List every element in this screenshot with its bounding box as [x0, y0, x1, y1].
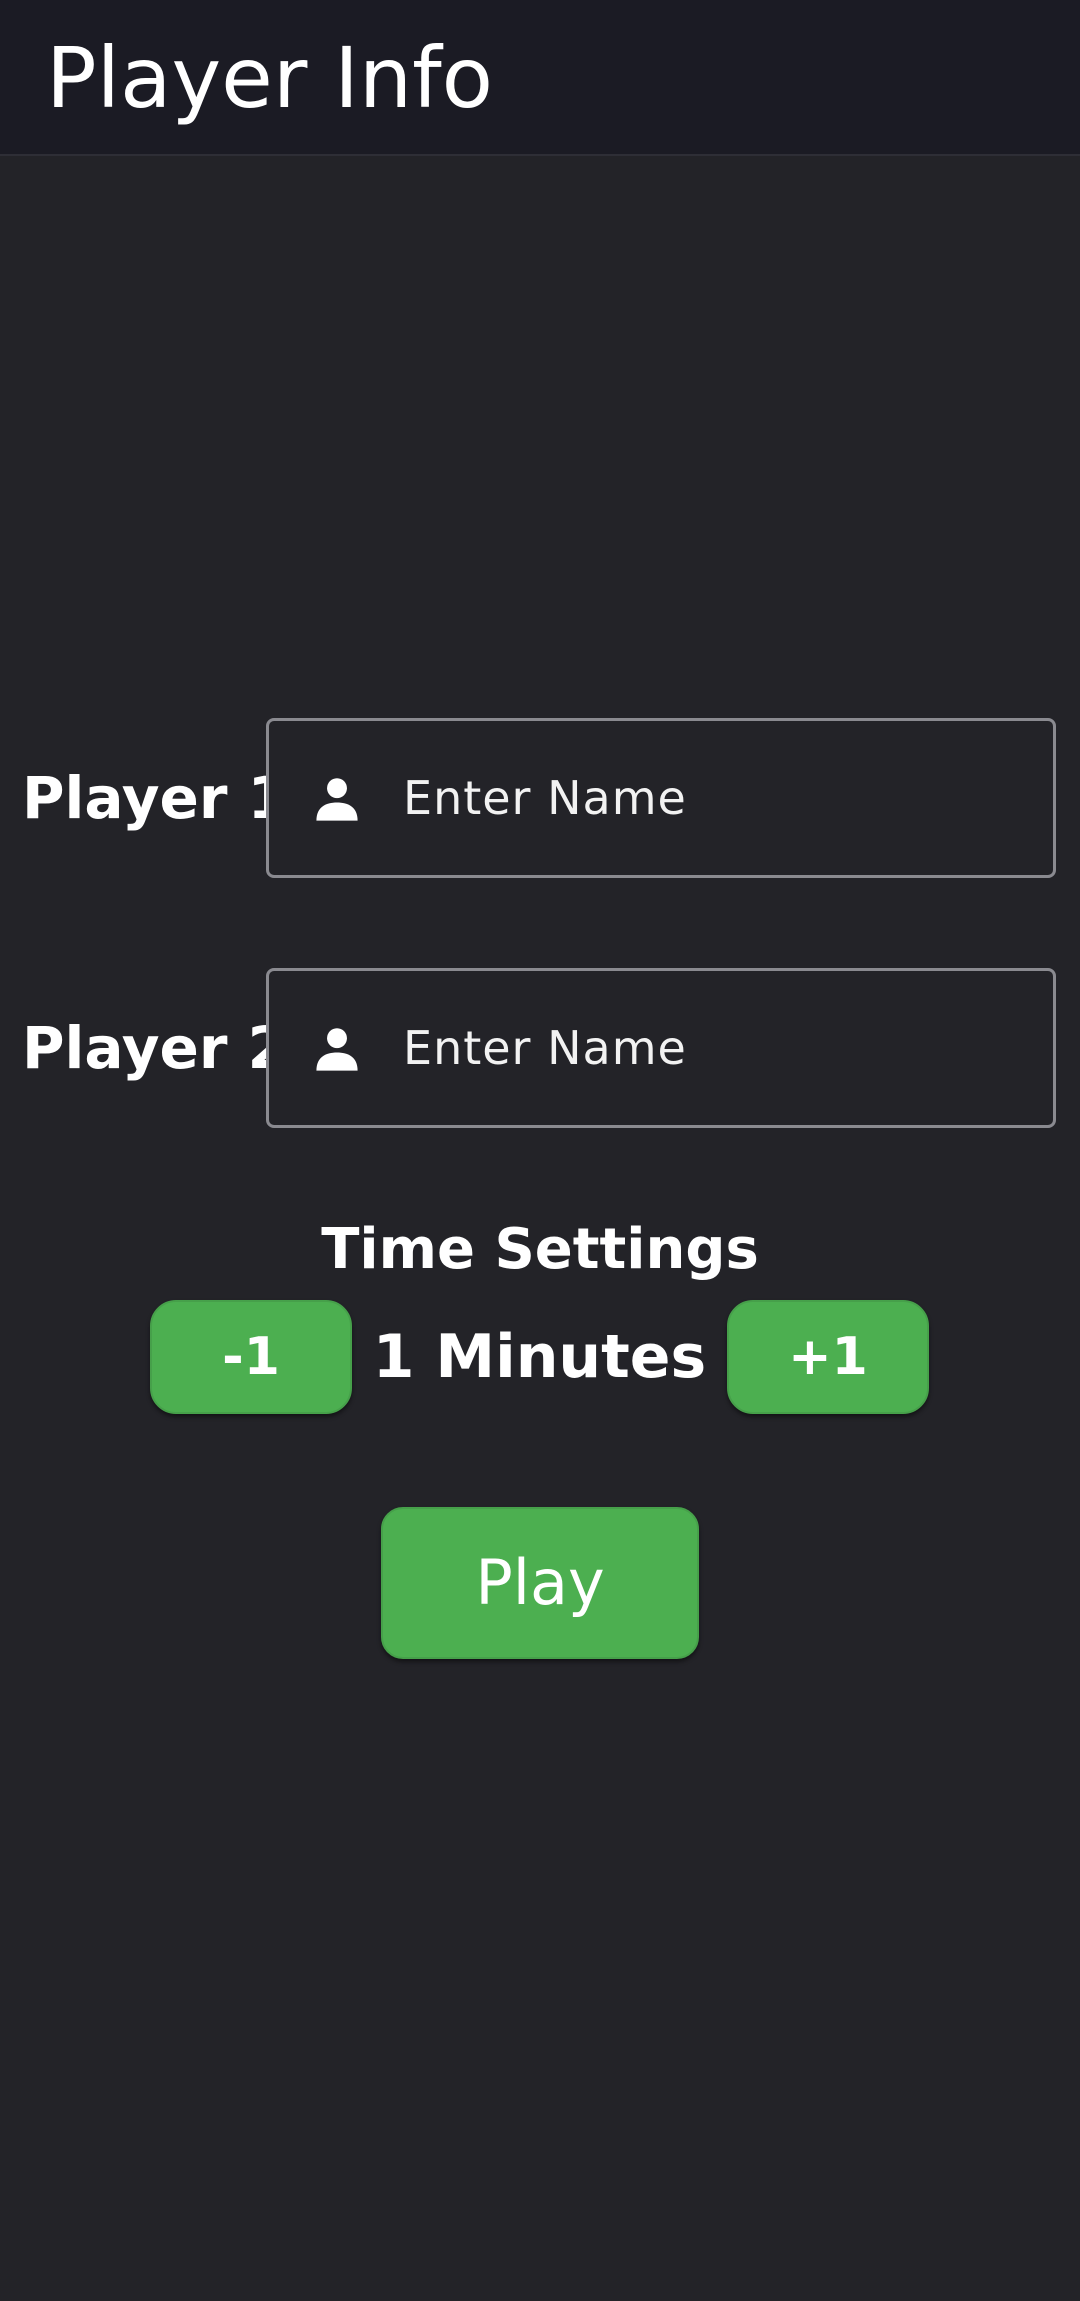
app-bar: Player Info: [0, 0, 1080, 156]
increase-time-button[interactable]: +1: [727, 1300, 929, 1414]
player-1-row: Player 1:: [0, 718, 1080, 878]
player-2-row: Player 2:: [0, 968, 1080, 1128]
decrease-time-button[interactable]: -1: [150, 1300, 352, 1414]
player-2-name-input[interactable]: [403, 971, 1033, 1125]
time-value: 1 Minutes: [372, 1322, 707, 1392]
player-1-name-field[interactable]: [266, 718, 1056, 878]
person-icon: [316, 778, 358, 821]
play-button[interactable]: Play: [381, 1507, 699, 1659]
player-2-name-field[interactable]: [266, 968, 1056, 1128]
time-settings-title: Time Settings: [321, 1217, 759, 1282]
player-1-name-input[interactable]: [403, 721, 1033, 875]
person-icon: [316, 1028, 358, 1071]
page-title: Player Info: [46, 29, 494, 127]
